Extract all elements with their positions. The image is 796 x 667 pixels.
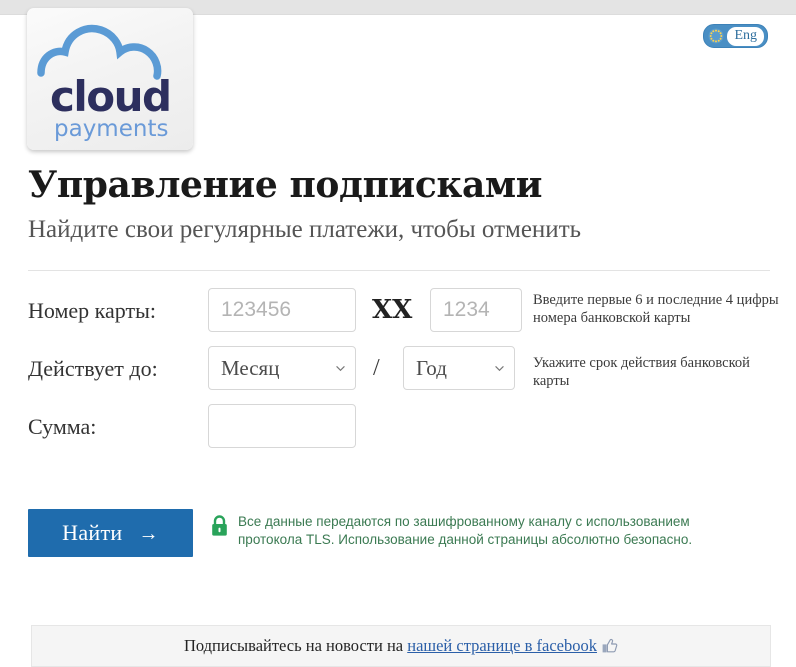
expiry-year-wrapper: Год (403, 346, 515, 390)
footer-prefix: Подписывайтесь на новости на (183, 636, 408, 655)
card-masked-separator: XX (372, 295, 413, 325)
section-divider (28, 270, 770, 271)
footer-panel: Подписывайтесь на новости на нашей стран… (31, 625, 771, 667)
card-number-row: Номер карты: XX Введите первые 6 и после… (28, 288, 779, 346)
svg-text:cloud: cloud (50, 72, 171, 121)
cloudpayments-logo-graphic: cloud payments (37, 25, 172, 142)
page-subtitle: Найдите свои регулярные платежи, чтобы о… (28, 216, 582, 243)
svg-text:payments: payments (54, 116, 168, 142)
card-last4-input[interactable] (430, 288, 522, 332)
expiry-year-select[interactable]: Год (403, 346, 515, 390)
expiry-separator: / (373, 355, 380, 381)
search-button[interactable]: Найти → (28, 509, 193, 557)
page-title: Управление подписками (28, 164, 543, 206)
cloudpayments-logo: cloud payments (27, 8, 193, 150)
expiry-row: Действует до: Месяц / Год Укажите срок д… (28, 346, 773, 404)
footer-text: Подписывайтесь на новости на нашей стран… (184, 636, 618, 656)
eu-flag-icon (708, 28, 724, 44)
lock-icon (212, 515, 227, 536)
amount-label: Сумма: (28, 414, 97, 439)
security-notice-text: Все данные передаются по зашифрованному … (238, 514, 693, 547)
expiry-month-wrapper: Месяц (208, 346, 356, 390)
subscription-search-form: Номер карты: XX Введите первые 6 и после… (28, 288, 779, 462)
amount-input[interactable] (208, 404, 356, 448)
facebook-page-link[interactable]: нашей странице в facebook (407, 636, 597, 655)
security-notice: Все данные передаются по зашифрованному … (210, 513, 750, 549)
card-number-hint: Введите первые 6 и последние 4 цифры ном… (533, 292, 779, 326)
search-button-label: Найти (62, 520, 123, 545)
card-first6-input[interactable] (208, 288, 356, 332)
expiry-hint: Укажите срок действия банковской карты (533, 355, 750, 389)
expiry-month-select[interactable]: Месяц (208, 346, 356, 390)
thumbs-up-icon[interactable] (602, 638, 618, 654)
language-label: Eng (727, 26, 764, 46)
expiry-label: Действует до: (28, 356, 158, 381)
language-switch[interactable]: Eng (703, 24, 768, 48)
card-number-label: Номер карты: (28, 298, 156, 323)
amount-row: Сумма: (28, 404, 773, 462)
arrow-right-icon: → (138, 523, 159, 545)
search-action: Найти → (28, 509, 193, 557)
